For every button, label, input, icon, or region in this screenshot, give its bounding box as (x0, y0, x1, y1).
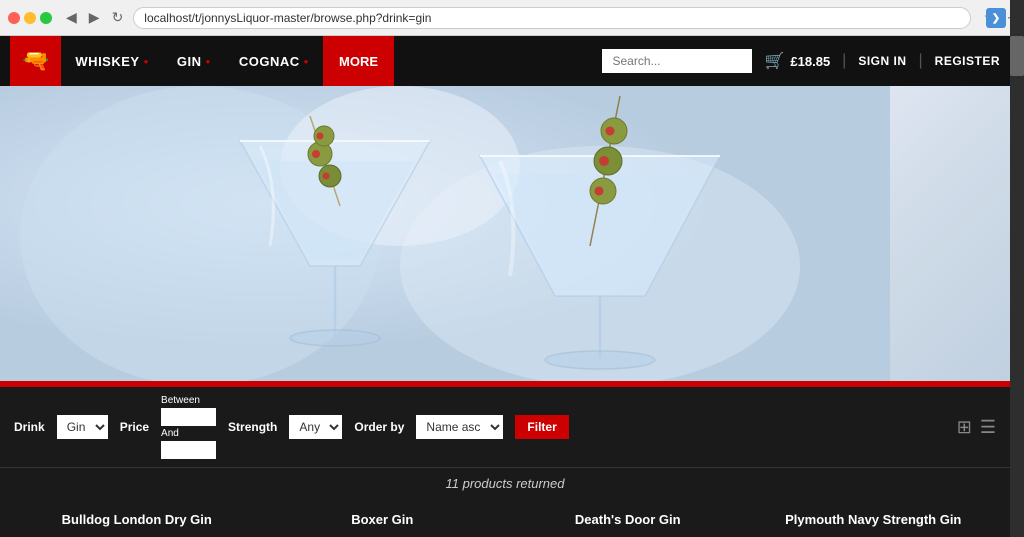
refresh-button[interactable]: ↻ (108, 7, 128, 28)
header-right: 🛒 £18.85 | SIGN IN | REGISTER (602, 49, 1000, 73)
site-header: 🔫 WHISKEY ● GIN ● COGNAC ● MORE 🛒 £1 (0, 36, 1010, 86)
product-name: Boxer Gin (270, 503, 496, 535)
logo-icon: 🔫 (22, 48, 49, 74)
order-select[interactable]: Name asc (416, 415, 503, 439)
maximize-window-button[interactable] (40, 12, 52, 24)
product-card: Death's Door Gin (505, 503, 751, 537)
product-name: Death's Door Gin (515, 503, 741, 535)
url-text: localhost/t/jonnysLiquor-master/browse.p… (144, 11, 431, 25)
price-and-label: And (161, 428, 216, 439)
list-view-icon[interactable]: ☰ (980, 417, 996, 438)
product-card: Boxer Gin (260, 503, 506, 537)
forward-button[interactable]: ▶ (85, 7, 104, 28)
nav-gin[interactable]: GIN ● (163, 36, 225, 86)
scrollbar-track[interactable] (1010, 0, 1024, 537)
product-card: Bulldog London Dry Gin (14, 503, 260, 537)
cognac-dot: ● (304, 57, 309, 66)
nav-divider2: | (919, 52, 923, 70)
product-grid: Bulldog London Dry Gin Boxer Gin Death (0, 497, 1010, 537)
product-name: Bulldog London Dry Gin (24, 503, 250, 535)
gin-label: GIN (177, 54, 202, 69)
site-wrapper: 🔫 WHISKEY ● GIN ● COGNAC ● MORE 🛒 £1 (0, 36, 1010, 537)
whiskey-dot: ● (144, 57, 149, 66)
nav-menu: WHISKEY ● GIN ● COGNAC ● MORE (61, 36, 394, 86)
nav-more[interactable]: MORE (323, 36, 394, 86)
signin-button[interactable]: SIGN IN (858, 54, 906, 68)
window-controls (8, 12, 52, 24)
product-card: Plymouth Navy Strength Gin (751, 503, 997, 537)
cognac-label: COGNAC (239, 54, 300, 69)
order-by-label: Order by (354, 420, 404, 434)
cart-icon: 🛒 (764, 51, 784, 71)
close-window-button[interactable] (8, 12, 20, 24)
hero-image (0, 86, 890, 381)
more-label: MORE (339, 54, 378, 69)
products-count: 11 products returned (0, 468, 1010, 497)
whiskey-label: WHISKEY (75, 54, 139, 69)
hero-section (0, 86, 1010, 381)
nav-whiskey[interactable]: WHISKEY ● (61, 36, 163, 86)
price-label: Price (120, 420, 149, 434)
filter-bar: Drink Gin Price Between And Strength Any… (0, 387, 1010, 468)
cart-area[interactable]: 🛒 £18.85 (764, 51, 830, 71)
view-toggle: ⊞ ☰ (957, 417, 996, 438)
back-button[interactable]: ◀ (62, 7, 81, 28)
minimize-window-button[interactable] (24, 12, 36, 24)
strength-select[interactable]: Any (289, 415, 342, 439)
price-between-label: Between (161, 395, 216, 406)
filter-button[interactable]: Filter (515, 415, 568, 439)
drink-label: Drink (14, 420, 45, 434)
price-max-input[interactable] (161, 441, 216, 459)
price-min-input[interactable] (161, 408, 216, 426)
nav-cognac[interactable]: COGNAC ● (225, 36, 323, 86)
dev-tools-icon[interactable]: ❯ (986, 8, 1006, 28)
price-range: Between And (161, 395, 216, 459)
browser-chrome: ◀ ▶ ↻ localhost/t/jonnysLiquor-master/br… (0, 0, 1024, 36)
scrollbar-thumb[interactable] (1010, 36, 1024, 76)
strength-label: Strength (228, 420, 277, 434)
search-input[interactable] (602, 49, 752, 73)
drink-select[interactable]: Gin (57, 415, 108, 439)
browser-navigation: ◀ ▶ ↻ (62, 7, 127, 28)
count-text: 11 products returned (446, 476, 565, 491)
product-name: Plymouth Navy Strength Gin (761, 503, 987, 535)
cart-amount: £18.85 (790, 54, 830, 69)
url-bar[interactable]: localhost/t/jonnysLiquor-master/browse.p… (133, 7, 971, 29)
gin-dot: ● (206, 57, 211, 66)
nav-divider: | (842, 52, 846, 70)
grid-view-icon[interactable]: ⊞ (957, 417, 972, 438)
logo-area[interactable]: 🔫 (10, 36, 61, 86)
register-button[interactable]: REGISTER (935, 54, 1000, 68)
